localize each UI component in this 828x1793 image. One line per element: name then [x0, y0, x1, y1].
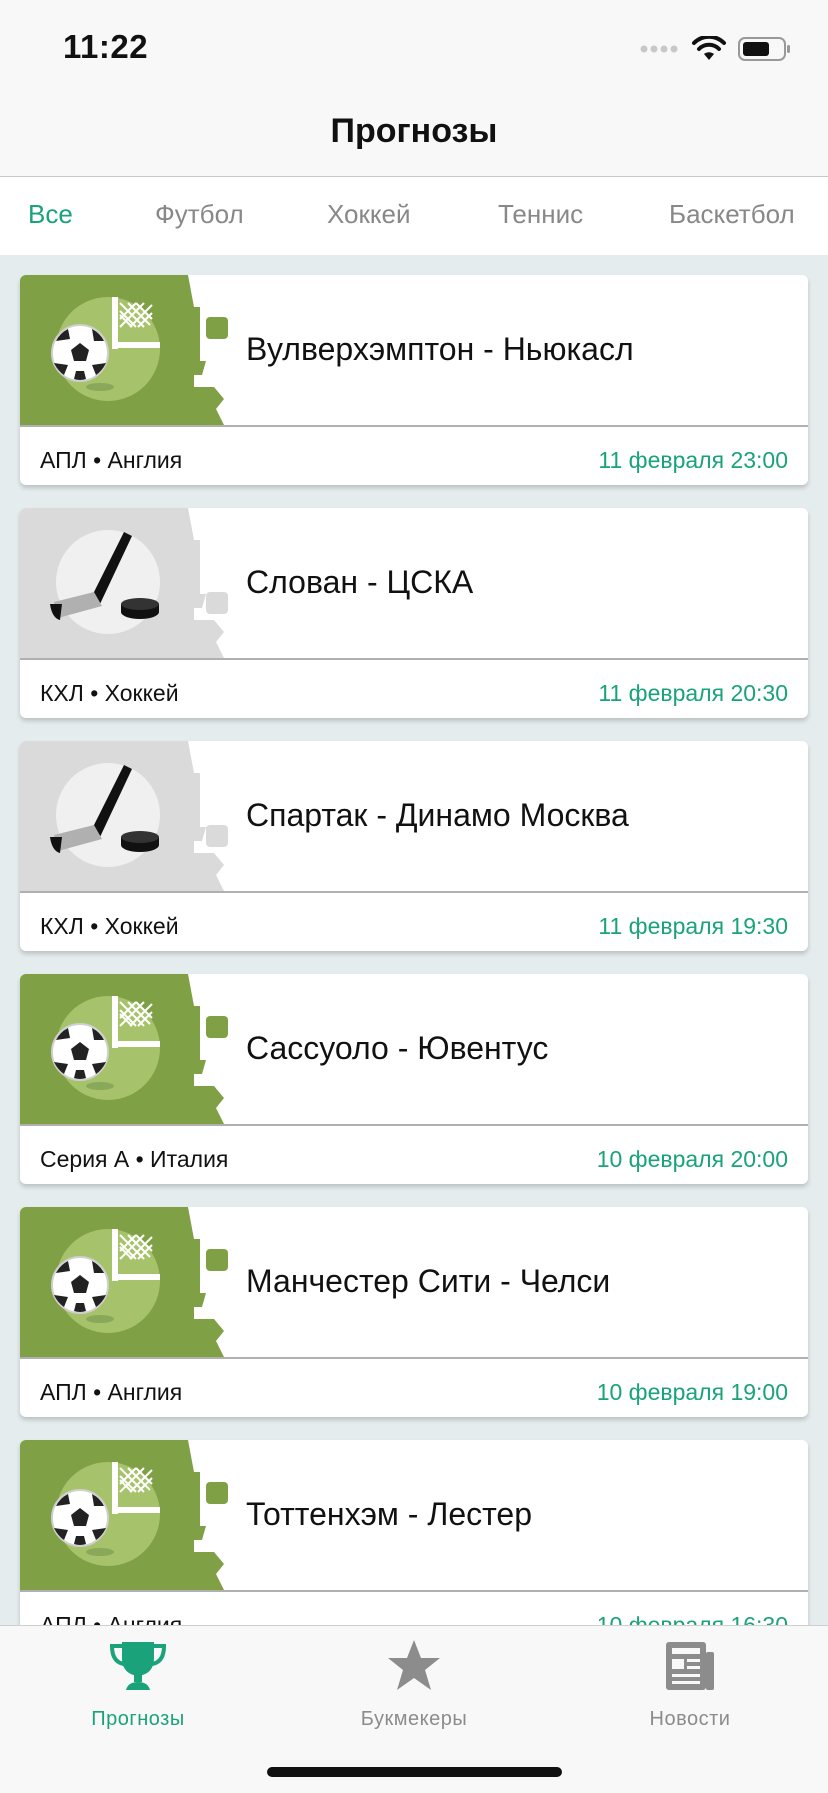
match-league: АПЛ • Англия: [40, 447, 183, 473]
navigation-bar: Прогнозы: [0, 90, 828, 177]
tabbar-label: Букмекеры: [360, 1708, 468, 1730]
football-icon: [20, 1440, 250, 1590]
match-teams: Слован - ЦСКА: [246, 564, 474, 600]
trophy-icon: [109, 1642, 167, 1690]
match-league: КХЛ • Хоккей: [40, 913, 179, 939]
football-icon: [20, 1207, 250, 1357]
match-card[interactable]: Сассуоло - Ювентус Серия А • Италия 10 фев…: [20, 974, 808, 1184]
match-league: КХЛ • Хоккей: [40, 680, 179, 706]
match-card[interactable]: Манчестер Сити - Челси АПЛ • Англия 10 фев…: [20, 1207, 808, 1417]
match-date: 11 февраля 19:30: [598, 913, 788, 939]
match-teams: Тоттенхэм - Лестер: [246, 1496, 533, 1532]
tab-all[interactable]: Все: [28, 199, 73, 230]
hockey-icon: [20, 508, 250, 658]
tab-tennis[interactable]: Теннис: [498, 199, 583, 230]
match-date: 10 февраля 20:00: [596, 1146, 788, 1172]
tabbar-item-forecasts[interactable]: Прогнозы: [0, 1626, 276, 1736]
match-card[interactable]: Вулверхэмптон - Ньюкасл АПЛ • Англия 11 фе…: [20, 275, 808, 485]
match-card-header: Сассуоло - Ювентус: [20, 974, 808, 1126]
status-icons: [640, 34, 792, 64]
tab-football[interactable]: Футбол: [155, 199, 244, 230]
wifi-icon: [692, 36, 726, 60]
match-list: Вулверхэмптон - Ньюкасл АПЛ • Англия 11 фе…: [0, 255, 828, 1625]
status-bar: 11:22: [0, 0, 828, 90]
page-title: Прогнозы: [330, 112, 498, 150]
star-icon: [388, 1640, 440, 1690]
match-league: Серия А • Италия: [40, 1146, 229, 1172]
match-card-header: Вулверхэмптон - Ньюкасл: [20, 275, 808, 427]
match-card-header: Манчестер Сити - Челси: [20, 1207, 808, 1359]
match-date: 11 февраля 20:30: [598, 680, 788, 706]
match-date: 11 февраля 23:00: [598, 447, 788, 473]
battery-icon: [738, 37, 790, 61]
tabbar-label: Новости: [649, 1708, 731, 1730]
newspaper-icon: [666, 1642, 714, 1690]
match-league: АПЛ • Англия: [40, 1379, 183, 1405]
match-card[interactable]: Тоттенхэм - Лестер АПЛ • Англия 10 февраля…: [20, 1440, 808, 1625]
match-date: 10 февраля 19:00: [596, 1379, 788, 1405]
match-card-header: Слован - ЦСКА: [20, 508, 808, 660]
status-time: 11:22: [63, 28, 149, 65]
match-teams: Сассуоло - Ювентус: [246, 1030, 549, 1066]
match-teams: Спартак - Динамо Москва: [246, 797, 629, 833]
home-indicator[interactable]: [267, 1767, 562, 1777]
sport-tabs: Все Футбол Хоккей Теннис Баскетбол: [0, 177, 828, 255]
match-card[interactable]: Спартак - Динамо Москва КХЛ • Хоккей 11 фе…: [20, 741, 808, 951]
signal-icon: [640, 45, 678, 53]
match-teams: Манчестер Сити - Челси: [246, 1263, 611, 1299]
tabbar-item-news[interactable]: Новости: [552, 1626, 828, 1736]
football-icon: [20, 974, 250, 1124]
match-card-header: Тоттенхэм - Лестер: [20, 1440, 808, 1592]
tabbar-item-bookmakers[interactable]: Букмекеры: [276, 1626, 552, 1736]
match-teams: Вулверхэмптон - Ньюкасл: [246, 331, 634, 367]
football-icon: [20, 275, 250, 425]
match-league: АПЛ • Англия: [40, 1612, 183, 1625]
tab-hockey[interactable]: Хоккей: [327, 199, 411, 230]
match-card-header: Спартак - Динамо Москва: [20, 741, 808, 893]
hockey-icon: [20, 741, 250, 891]
match-card[interactable]: Слован - ЦСКА КХЛ • Хоккей 11 февраля 20:3…: [20, 508, 808, 718]
match-date: 10 февраля 16:30: [596, 1612, 788, 1625]
tab-basketball[interactable]: Баскетбол: [669, 199, 795, 230]
tabbar-label: Прогнозы: [91, 1708, 185, 1730]
